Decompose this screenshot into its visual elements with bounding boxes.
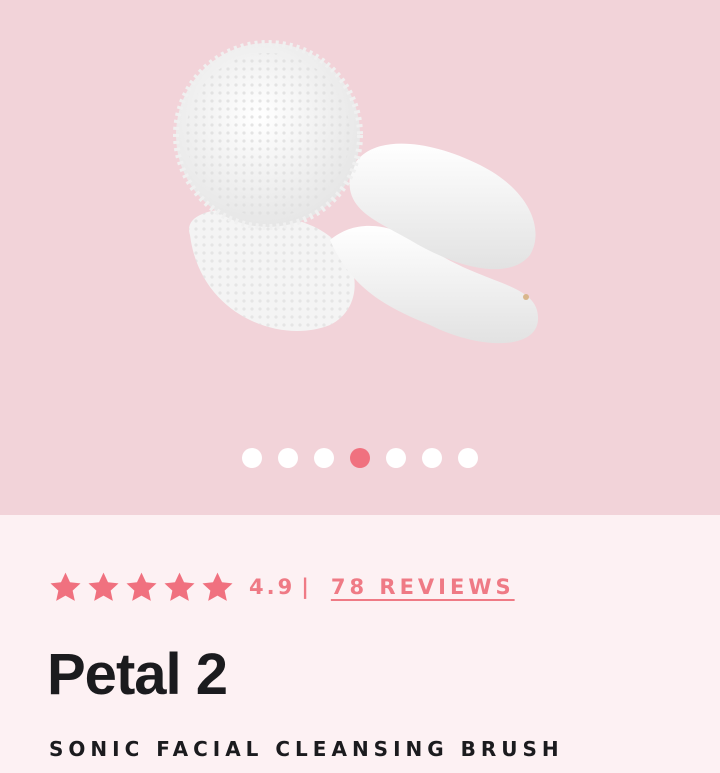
carousel-dot[interactable] <box>422 448 442 468</box>
star-icon <box>88 572 119 601</box>
carousel-dot[interactable] <box>350 448 370 468</box>
star-icon <box>126 572 157 601</box>
rating-row: 4.9 | 78 REVIEWS <box>48 567 515 607</box>
star-rating <box>48 570 235 605</box>
product-image <box>173 40 539 344</box>
star-icon <box>164 572 195 601</box>
product-subtitle: SONIC FACIAL CLEANSING BRUSH <box>49 737 564 761</box>
rating-separator: | <box>301 575 309 599</box>
product-gallery[interactable] <box>0 0 720 515</box>
carousel-dot[interactable] <box>242 448 262 468</box>
star-icon <box>202 572 233 601</box>
carousel-dot[interactable] <box>314 448 334 468</box>
carousel-dot[interactable] <box>278 448 298 468</box>
star-icon <box>50 572 81 601</box>
product-title: Petal 2 <box>47 642 228 707</box>
carousel-dot[interactable] <box>458 448 478 468</box>
rating-value: 4.9 <box>249 575 296 599</box>
carousel-dot[interactable] <box>386 448 406 468</box>
product-info: 4.9 | 78 REVIEWS Petal 2 SONIC FACIAL CL… <box>0 515 720 773</box>
reviews-link[interactable]: 78 REVIEWS <box>331 575 515 599</box>
carousel-dots <box>0 448 720 468</box>
